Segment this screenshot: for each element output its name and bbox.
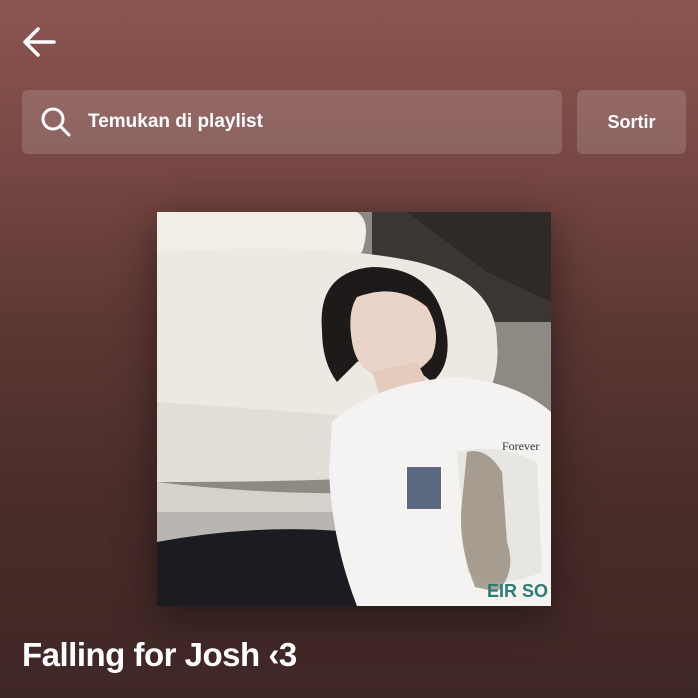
playlist-cover-image: Forever EIR SO [157, 212, 551, 606]
search-input[interactable] [86, 101, 562, 143]
search-icon [41, 107, 71, 137]
sort-button-label: Sortir [607, 111, 656, 132]
playlist-title: Falling for Josh ‹3 [22, 636, 297, 673]
sort-button[interactable]: Sortir [577, 90, 686, 154]
search-bar[interactable] [22, 90, 562, 154]
svg-text:Forever: Forever [502, 439, 539, 453]
arrow-left-icon [23, 27, 56, 57]
back-button[interactable] [20, 22, 60, 62]
svg-text:EIR SO: EIR SO [487, 581, 548, 601]
